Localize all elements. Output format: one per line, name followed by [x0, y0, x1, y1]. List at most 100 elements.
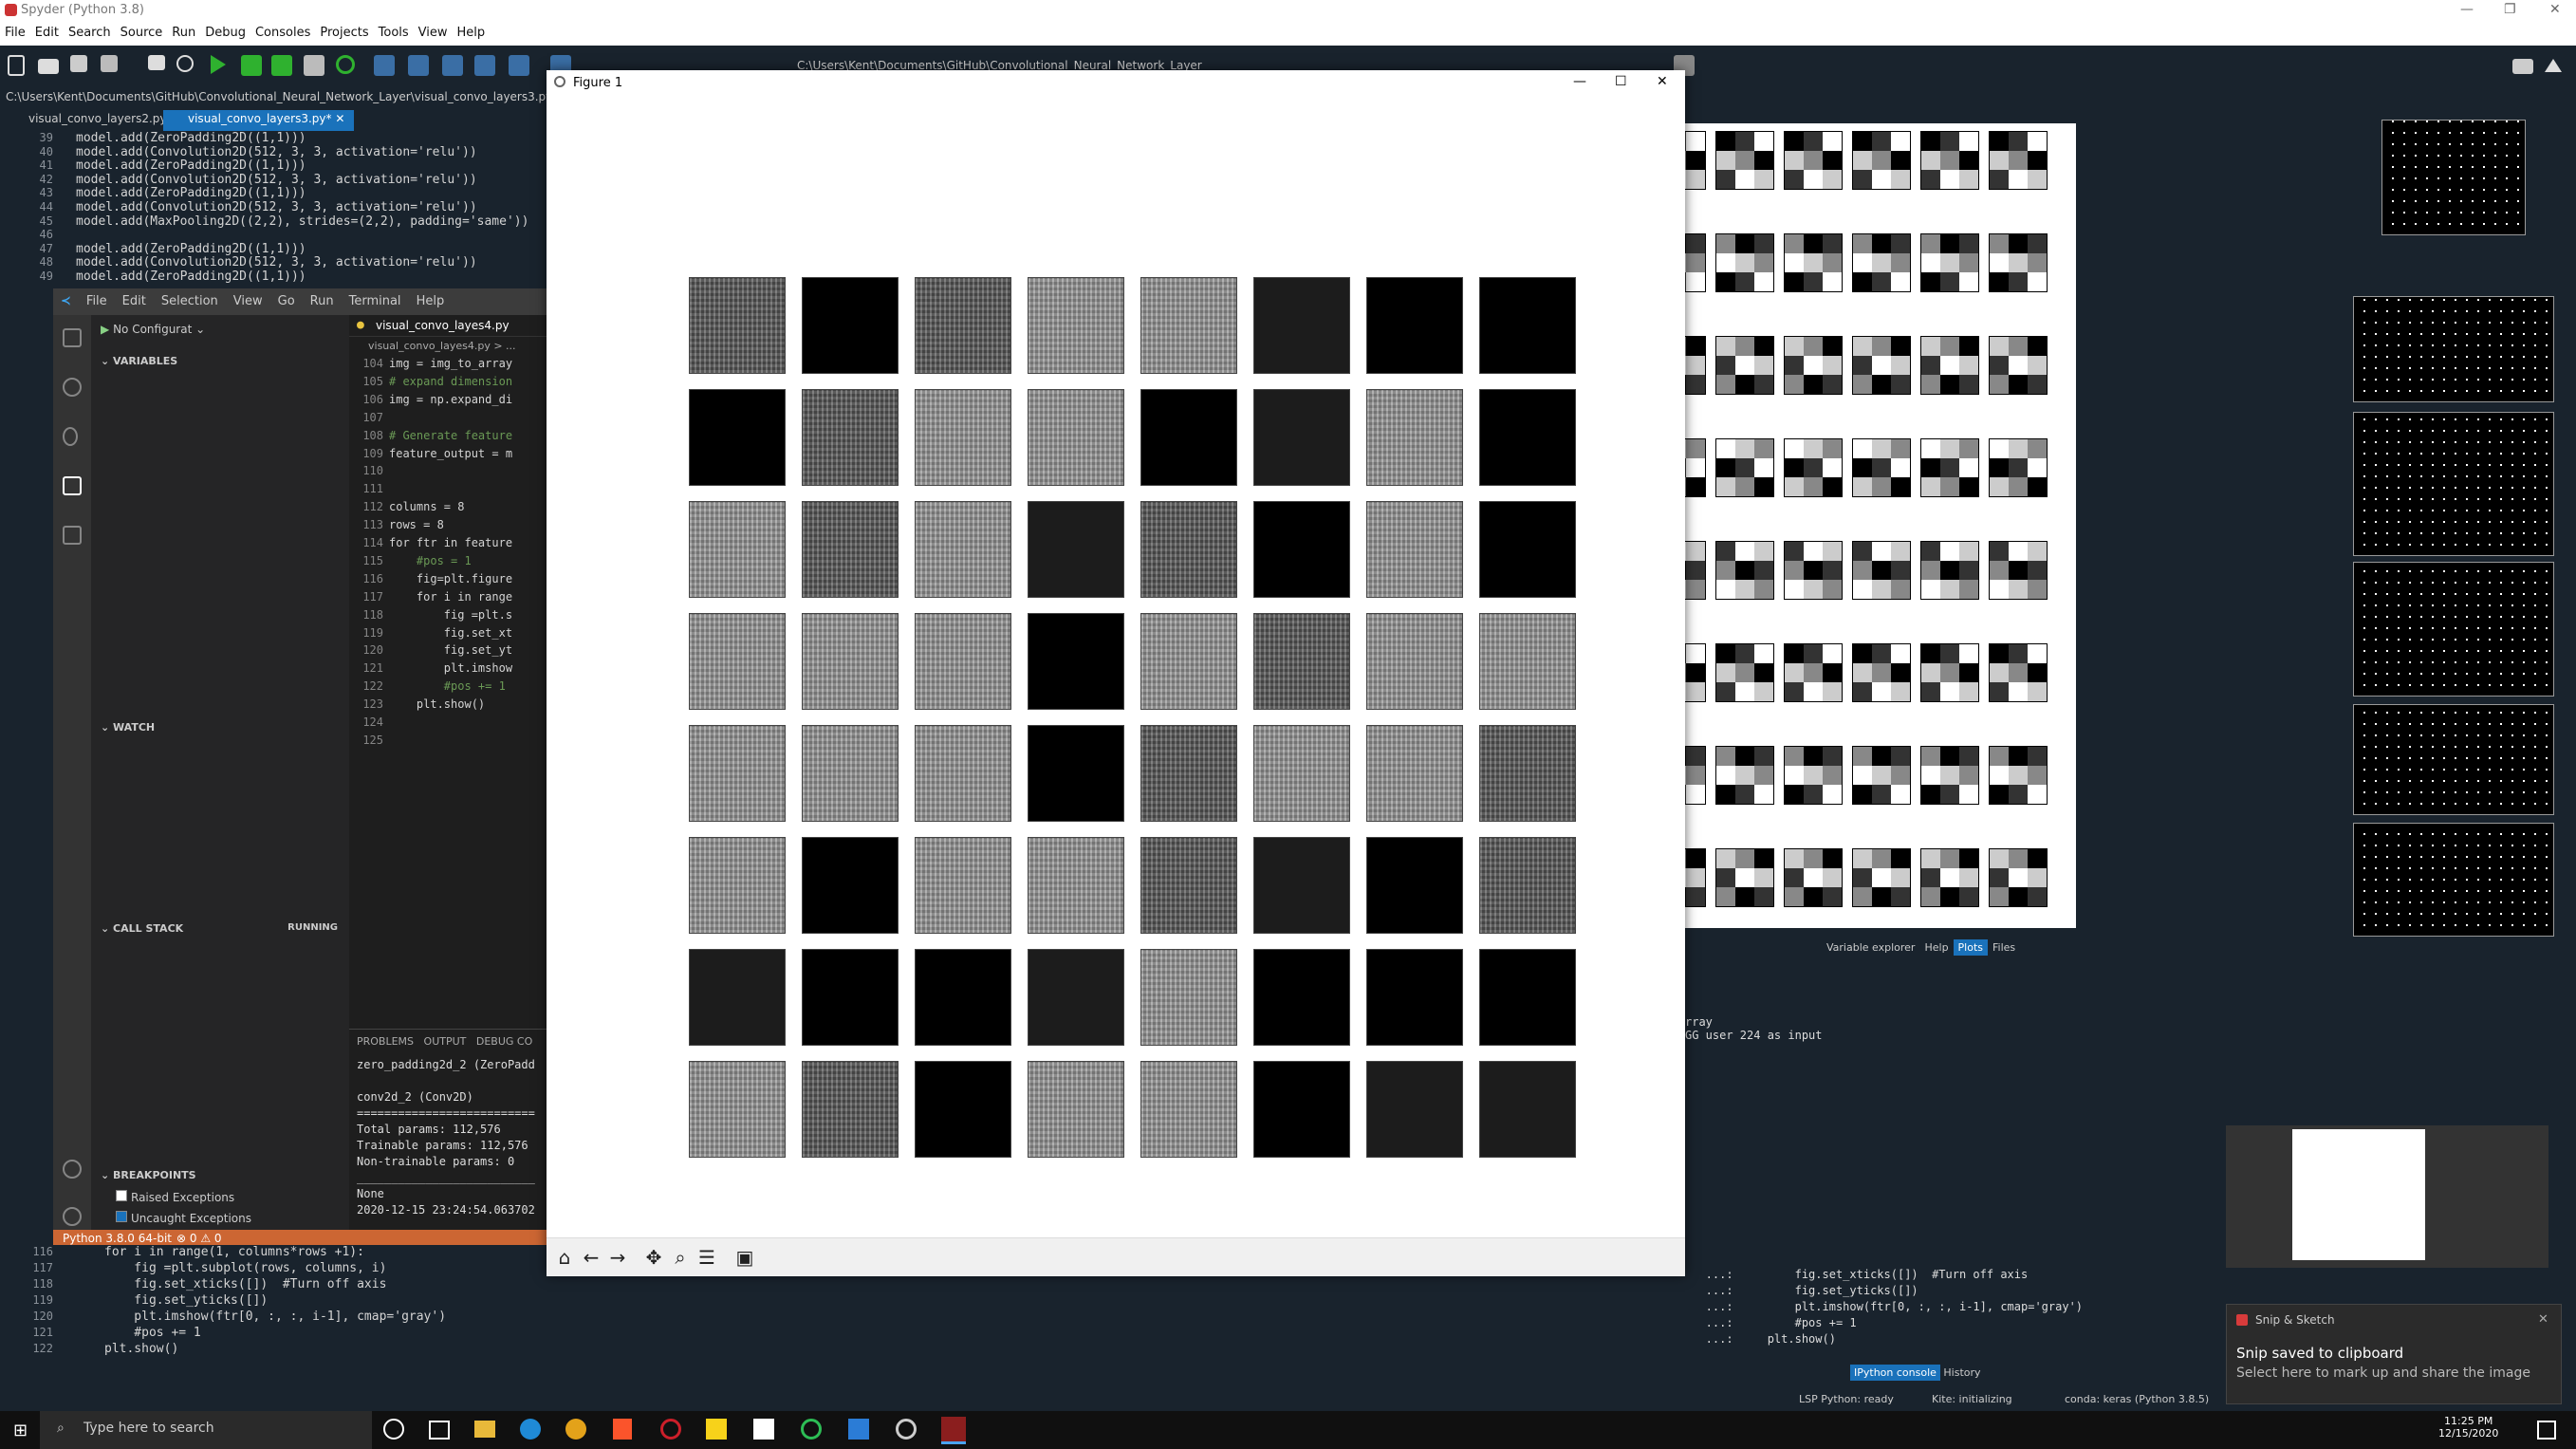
configure-subplots-icon[interactable]: ☰	[695, 1246, 719, 1269]
editor-breadcrumb[interactable]: visual_convo_layes4.py > ...	[368, 340, 516, 352]
status-problems[interactable]: ⊗ 0 ⚠ 0	[176, 1232, 222, 1245]
close-icon[interactable]: ✕	[1657, 74, 1668, 89]
new-file-icon[interactable]	[8, 55, 25, 76]
figure-canvas[interactable]	[547, 99, 1685, 1237]
plot-thumbnail[interactable]	[2353, 562, 2554, 697]
search-icon[interactable]	[63, 378, 82, 397]
task-view-icon[interactable]	[429, 1421, 450, 1440]
brave-icon[interactable]	[613, 1419, 632, 1440]
snip-notification[interactable]: Snip & Sketch ✕ Snip saved to clipboard …	[2226, 1304, 2562, 1404]
spyder-editor-bottom[interactable]: 116 for i in range(1, columns*rows +1): 11…	[0, 1245, 600, 1378]
tab-ipython-console[interactable]: IPython console	[1850, 1365, 1940, 1381]
vs-menu-go[interactable]: Go	[270, 288, 303, 308]
browse-folder-icon[interactable]	[2512, 59, 2533, 74]
tab-plots[interactable]: Plots	[1953, 939, 1989, 956]
menu-view[interactable]: View	[414, 21, 453, 40]
plot-thumbnail[interactable]	[2353, 704, 2554, 815]
menu-file[interactable]: File	[0, 21, 30, 40]
run-debug-icon[interactable]	[63, 476, 82, 495]
file-explorer-icon[interactable]	[474, 1421, 495, 1438]
chrome-icon[interactable]	[565, 1419, 586, 1440]
opera-icon[interactable]	[660, 1419, 681, 1440]
rerun-icon[interactable]	[336, 55, 355, 74]
step-return-icon[interactable]	[474, 55, 495, 76]
home-icon[interactable]: ⌂	[552, 1246, 577, 1269]
menu-edit[interactable]: Edit	[30, 21, 64, 40]
section-breakpoints[interactable]: ⌄ BREAKPOINTS	[101, 1169, 196, 1181]
back-icon[interactable]: ←	[579, 1246, 603, 1269]
tab-variable-explorer[interactable]: Variable explorer	[1822, 939, 1919, 956]
zoom-icon[interactable]: ⌕	[668, 1246, 693, 1269]
cortana-icon[interactable]	[383, 1419, 404, 1440]
vs-menu-terminal[interactable]: Terminal	[342, 288, 409, 308]
menu-help[interactable]: Help	[453, 21, 491, 40]
save-figure-icon[interactable]: ▣	[732, 1246, 757, 1269]
account-icon[interactable]	[63, 1160, 82, 1179]
sticky-notes-icon[interactable]	[706, 1419, 727, 1440]
run-cell-icon[interactable]	[241, 55, 262, 76]
source-control-icon[interactable]	[63, 427, 78, 446]
section-watch[interactable]: ⌄ WATCH	[101, 721, 155, 734]
menu-projects[interactable]: Projects	[315, 21, 373, 40]
vscode-editor[interactable]: ● visual_convo_layes4.py visual_convo_la…	[349, 315, 550, 1029]
breakpoint-raised-exceptions[interactable]: Raised Exceptions	[116, 1190, 234, 1204]
plot-thumbnails[interactable]	[2353, 116, 2564, 941]
pan-icon[interactable]: ✥	[641, 1246, 666, 1269]
list-icon[interactable]	[148, 55, 165, 70]
gear-icon[interactable]	[63, 1207, 82, 1226]
spyder-plots-pane[interactable]	[1685, 123, 2076, 928]
maximize-icon[interactable]: ☐	[1615, 74, 1627, 89]
menu-run[interactable]: Run	[167, 21, 200, 40]
explorer-icon[interactable]	[63, 328, 82, 347]
run-cell-advance-icon[interactable]	[271, 55, 292, 76]
maximize-icon[interactable]: ❐	[2504, 2, 2516, 17]
at-icon[interactable]	[176, 55, 194, 72]
step-into-icon[interactable]	[442, 55, 463, 76]
clock[interactable]: 11:25 PM 12/15/2020	[2438, 1415, 2498, 1440]
plot-thumbnail[interactable]	[2353, 412, 2554, 556]
parent-directory-icon[interactable]	[2545, 59, 2562, 72]
tab-files[interactable]: Files	[1988, 939, 2020, 956]
vs-menu-view[interactable]: View	[226, 288, 270, 308]
vscode-taskbar-icon[interactable]	[848, 1419, 869, 1440]
menu-tools[interactable]: Tools	[374, 21, 414, 40]
menu-source[interactable]: Source	[116, 21, 168, 40]
spyder-editor[interactable]: 39 model.add(ZeroPadding2D((1,1))) 40 model…	[0, 131, 550, 284]
continue-icon[interactable]	[509, 55, 529, 76]
panel-tab-debug-console[interactable]: DEBUG CO	[476, 1035, 532, 1048]
breakpoint-uncaught-exceptions[interactable]: Uncaught Exceptions	[116, 1211, 251, 1225]
tab-visual-convo-layers3[interactable]: visual_convo_layers3.py* ✕	[163, 110, 355, 131]
forward-icon[interactable]: →	[605, 1246, 630, 1269]
close-icon[interactable]: ✕	[2549, 2, 2561, 17]
checkbox-checked[interactable]	[116, 1211, 127, 1222]
vs-menu-selection[interactable]: Selection	[154, 288, 226, 308]
spyder-taskbar-icon[interactable]	[941, 1417, 966, 1444]
plot-thumbnail[interactable]	[2353, 823, 2554, 937]
checkbox-unchecked[interactable]	[116, 1190, 127, 1201]
plot-thumbnail[interactable]	[2353, 296, 2554, 402]
save-all-icon[interactable]	[101, 55, 118, 72]
app-icon[interactable]	[801, 1419, 822, 1440]
plot-thumbnail[interactable]	[2381, 120, 2526, 235]
section-call-stack[interactable]: ⌄ CALL STACK RUNNING	[101, 922, 338, 935]
menu-search[interactable]: Search	[64, 21, 116, 40]
status-python-interpreter[interactable]: Python 3.8.0 64-bit	[63, 1232, 172, 1245]
tab-history[interactable]: History	[1943, 1366, 1980, 1379]
start-debug-icon[interactable]: ▶	[101, 323, 109, 336]
snip-preview[interactable]	[2226, 1125, 2548, 1268]
editor-tab[interactable]: ● visual_convo_layes4.py	[349, 315, 550, 337]
toast-close-icon[interactable]: ✕	[2538, 1312, 2548, 1327]
settings-icon[interactable]	[896, 1419, 917, 1440]
notion-icon[interactable]	[753, 1419, 774, 1440]
vs-menu-edit[interactable]: Edit	[115, 288, 154, 308]
tab-help[interactable]: Help	[1919, 939, 1953, 956]
run-configuration[interactable]: ▶ No Configurat ⌄	[101, 323, 205, 336]
panel-tab-problems[interactable]: PROBLEMS	[357, 1035, 414, 1048]
notifications-icon[interactable]	[2537, 1421, 2556, 1440]
open-file-icon[interactable]	[38, 59, 59, 74]
run-icon[interactable]	[211, 55, 226, 74]
vs-menu-run[interactable]: Run	[303, 288, 342, 308]
tab-visual-convo-layers2[interactable]: visual_convo_layers2.py ✕	[4, 110, 189, 131]
save-icon[interactable]	[70, 55, 87, 72]
taskbar-search[interactable]: ⌕ Type here to search	[40, 1411, 372, 1449]
